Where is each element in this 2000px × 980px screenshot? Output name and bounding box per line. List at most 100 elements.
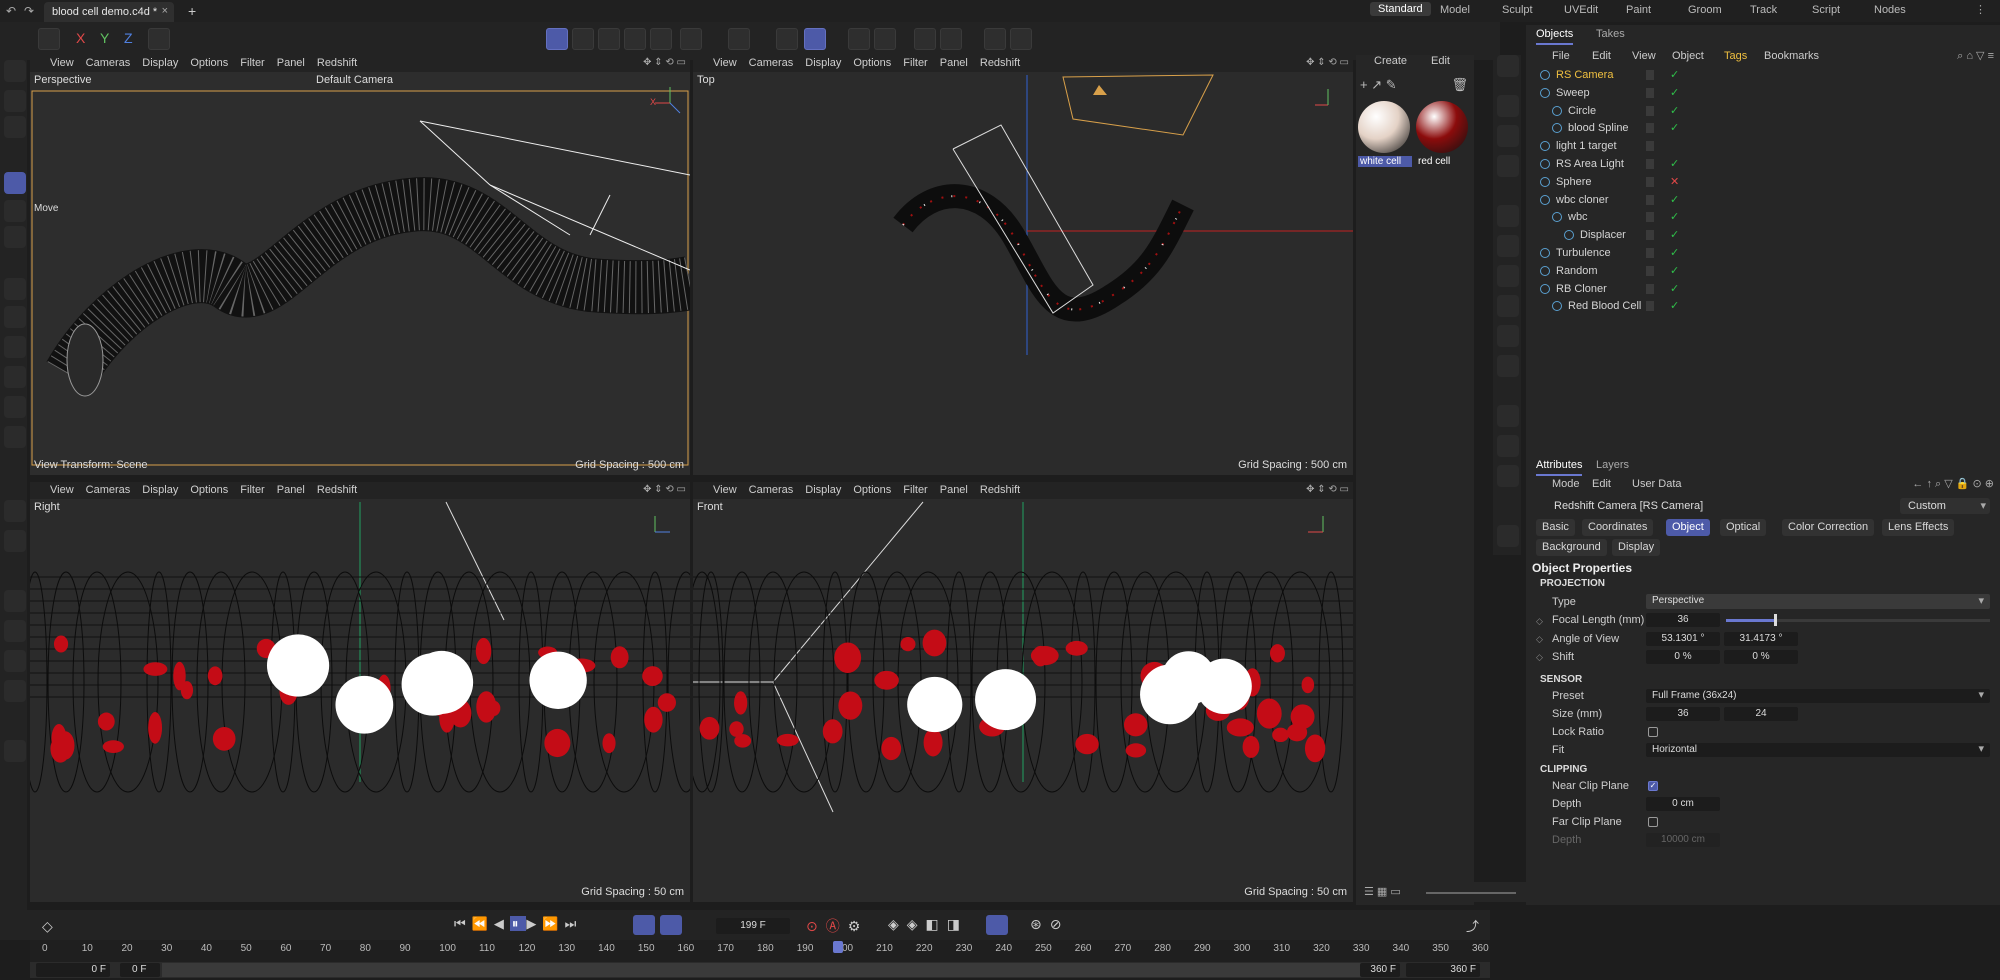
subtab-color-correction[interactable]: Color Correction (1782, 519, 1875, 536)
motion-icon[interactable] (986, 915, 1008, 935)
uv-mode-icon[interactable] (650, 28, 672, 50)
object-row[interactable]: Random ✓ (1526, 263, 2000, 281)
zoom-slider[interactable] (1426, 892, 1516, 894)
snap-icon[interactable] (728, 28, 750, 50)
more-icon[interactable]: ⋮ (1975, 3, 1986, 16)
objects-menu-view[interactable]: View (1632, 50, 1656, 62)
subtab-coordinates[interactable]: Coordinates (1582, 519, 1654, 536)
layout-tab-model[interactable]: Model (1440, 4, 1470, 16)
visibility-dots[interactable] (1646, 70, 1654, 80)
generator-icon[interactable] (1497, 205, 1519, 227)
material-tools-icons[interactable]: + ↗ ✎ (1360, 77, 1397, 93)
layer-icons[interactable]: ⊛⊘ (1030, 916, 1069, 933)
material-swatch[interactable]: red cell (1416, 101, 1470, 169)
layout-tab-paint[interactable]: Paint (1626, 4, 1651, 16)
current-frame-field[interactable]: 199 F (716, 918, 790, 934)
visibility-dots[interactable] (1646, 123, 1654, 134)
size-height-field[interactable]: 24 (1724, 707, 1798, 721)
visibility-dots[interactable] (1646, 265, 1654, 276)
visibility-dots[interactable] (1646, 87, 1654, 98)
preview-end-field[interactable]: 360 F (1360, 963, 1400, 977)
navigation-icons[interactable]: ← ↑ ⌕ ▽ 🔒 ⊙ ⊕ (1912, 477, 1994, 491)
hdr-icon[interactable] (984, 28, 1006, 50)
bevel-icon[interactable] (4, 620, 26, 642)
start-frame-field[interactable]: 0 F (36, 963, 110, 977)
workplane-icon[interactable] (804, 28, 826, 50)
fit-dropdown[interactable]: Horizontal ▾ (1646, 743, 1990, 757)
object-name[interactable]: Sweep (1556, 87, 1590, 99)
transport-controls[interactable]: ⏮⏪◀ ⏸ ▶⏩⏭ (454, 916, 582, 932)
object-name[interactable]: light 1 target (1556, 140, 1617, 152)
field-icon[interactable] (1497, 325, 1519, 347)
brush-icon[interactable] (1497, 525, 1519, 547)
paint-icon[interactable] (4, 306, 26, 328)
curve-icon[interactable]: ⤴ (1466, 916, 1479, 935)
axis-mode-icon[interactable] (680, 28, 702, 50)
render-camera-icon[interactable] (1497, 435, 1519, 457)
enable-check-icon[interactable]: ✓ (1670, 246, 1679, 259)
null-object-icon[interactable] (1497, 95, 1519, 117)
layout-tab-track[interactable]: Track (1750, 4, 1777, 16)
object-row[interactable]: wbc ✓ (1526, 209, 2000, 227)
subtab-object[interactable]: Object (1666, 519, 1710, 536)
end-frame-field[interactable]: 360 F (1406, 963, 1480, 977)
rotate-icon[interactable] (4, 200, 26, 222)
deformer-icon[interactable] (1497, 295, 1519, 317)
trash-icon[interactable]: 🗑 (1451, 77, 1468, 93)
mirror-icon[interactable] (4, 590, 26, 612)
layout-tab-sculpt[interactable]: Sculpt (1502, 4, 1533, 16)
preview-range-slider[interactable] (162, 963, 1362, 977)
viewport-front[interactable]: View Cameras Display Options Filter Panel Reds… (693, 482, 1353, 902)
scene-icon[interactable] (1497, 465, 1519, 487)
enable-check-icon[interactable]: ✓ (1670, 193, 1679, 206)
preview-start-field[interactable]: 0 F (120, 963, 160, 977)
new-tab-icon[interactable]: + (188, 3, 196, 19)
object-row[interactable]: light 1 target (1526, 138, 2000, 156)
forward-icon[interactable]: ↷ (24, 4, 34, 18)
angle-of-view-v-field[interactable]: 31.4173 ° (1724, 632, 1798, 646)
visibility-dots[interactable] (1646, 248, 1654, 258)
object-name[interactable]: Sphere (1556, 176, 1591, 188)
light-icon[interactable] (1497, 405, 1519, 427)
back-icon[interactable]: ↶ (6, 4, 16, 18)
coordinate-system-icon[interactable] (148, 28, 170, 50)
object-row[interactable]: Red Blood Cell ✓ (1526, 298, 2000, 316)
z-axis-icon[interactable]: Z (124, 30, 133, 46)
angle-of-view-h-field[interactable]: 53.1301 ° (1646, 632, 1720, 646)
enable-check-icon[interactable]: ✓ (1670, 104, 1679, 117)
subtab-lens-effects[interactable]: Lens Effects (1882, 519, 1955, 536)
enable-check-icon[interactable]: ✓ (1670, 282, 1679, 295)
points-mode-icon[interactable] (572, 28, 594, 50)
loop-icon[interactable] (633, 915, 655, 935)
camera-object-icon[interactable] (1497, 55, 1519, 77)
spline-pen-icon[interactable] (4, 278, 26, 300)
near-clip-checkbox[interactable]: ✓ (1648, 781, 1658, 791)
object-name[interactable]: Displacer (1580, 229, 1626, 241)
focal-length-slider[interactable] (1726, 614, 1990, 626)
object-name[interactable]: blood Spline (1568, 122, 1629, 134)
attributes-menu-user-data[interactable]: User Data (1632, 478, 1682, 490)
keyframe-icon[interactable]: ◇ (42, 918, 53, 935)
object-name[interactable]: Random (1556, 265, 1598, 277)
polygons-mode-icon[interactable] (624, 28, 646, 50)
object-row[interactable]: wbc cloner ✓ (1526, 192, 2000, 210)
viewport-top[interactable]: View Cameras Display Options Filter Panel Reds… (693, 55, 1353, 475)
render-view-icon[interactable] (848, 28, 870, 50)
object-row[interactable]: Circle ✓ (1526, 103, 2000, 121)
close-icon[interactable]: × (162, 5, 168, 17)
object-row[interactable]: blood Spline ✓ (1526, 120, 2000, 138)
knife-icon[interactable] (4, 530, 26, 552)
attributes-menu-mode[interactable]: Mode (1552, 478, 1580, 490)
magnet-icon[interactable] (4, 740, 26, 762)
search-icon[interactable]: ⌕ ⌂ ▽ ≡ (1957, 49, 1994, 63)
subtab-display[interactable]: Display (1612, 539, 1661, 556)
gear-icon[interactable] (1497, 265, 1519, 287)
enable-check-icon[interactable]: ✓ (1670, 86, 1679, 99)
weld-icon[interactable] (4, 680, 26, 702)
document-tab[interactable]: blood cell demo.c4d * × (44, 2, 174, 22)
layout-icons[interactable]: ☰ ▦ ▭ (1364, 885, 1401, 898)
object-name[interactable]: RB Cloner (1556, 283, 1607, 295)
focal-length-field[interactable]: 36 (1646, 613, 1720, 627)
sensor-preset-dropdown[interactable]: Full Frame (36x24) ▾ (1646, 689, 1990, 703)
extrude-icon[interactable] (4, 650, 26, 672)
